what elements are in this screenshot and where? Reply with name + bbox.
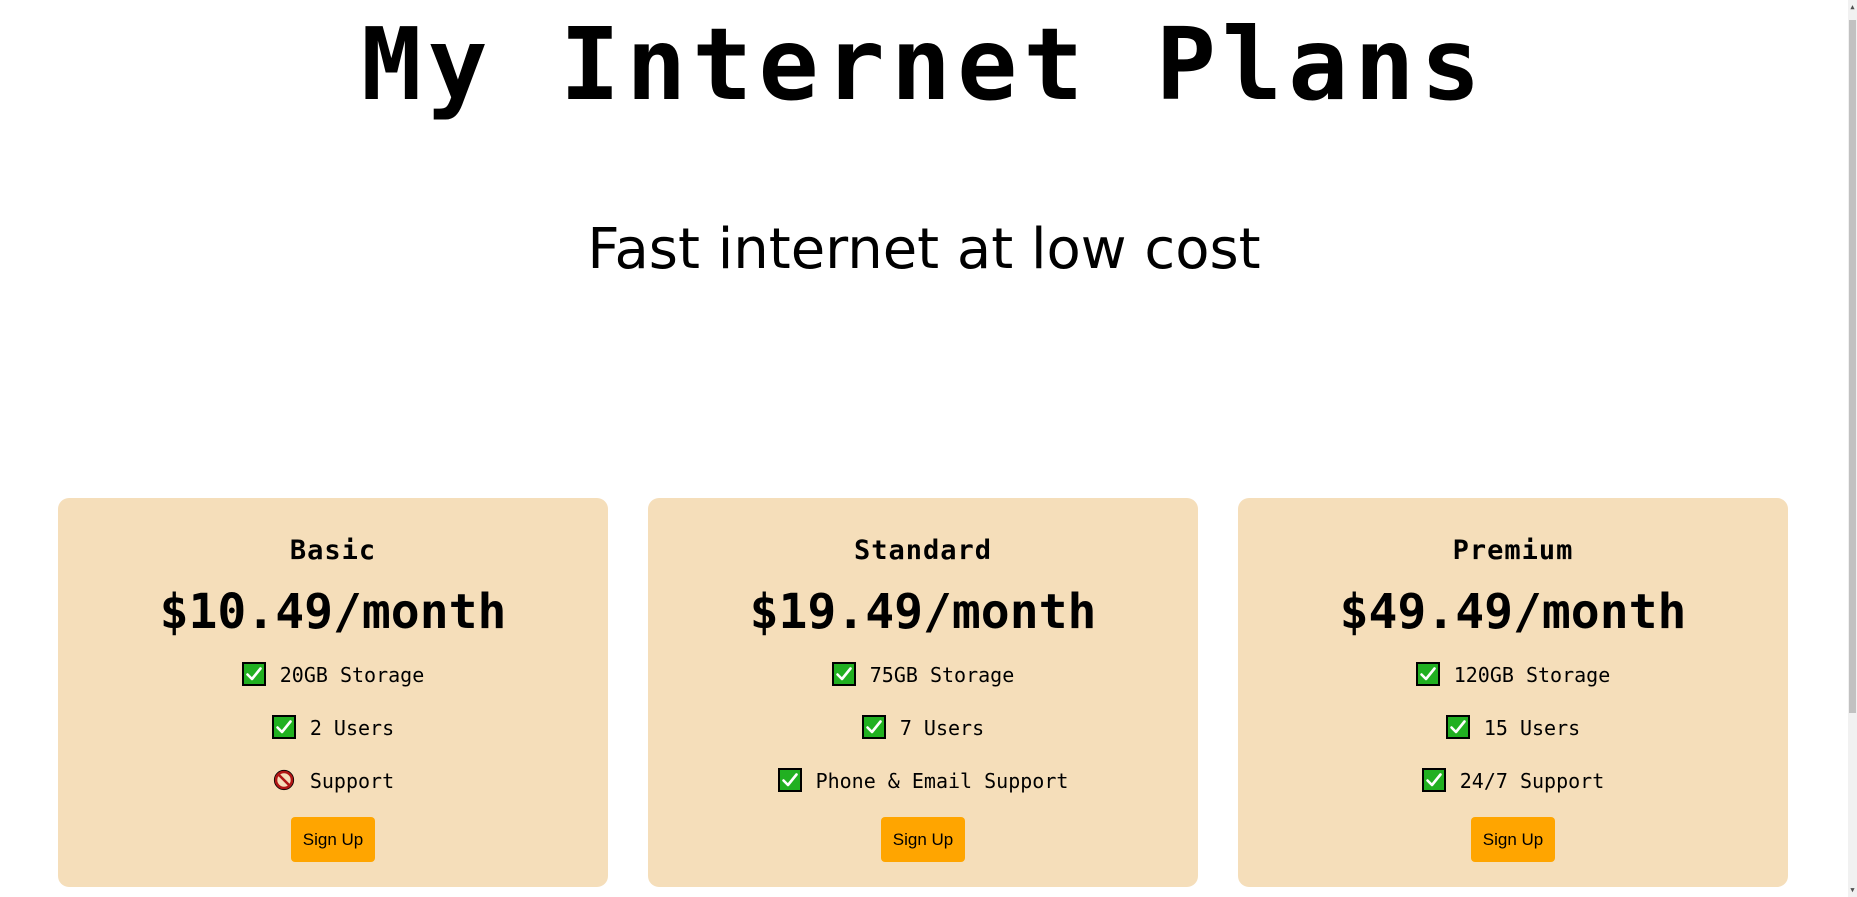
feature-item: 120GB Storage [1238,661,1788,714]
feature-item: Phone & Email Support [648,767,1198,820]
feature-item: 75GB Storage [648,661,1198,714]
page-subtitle: Fast internet at low cost [587,217,1261,282]
plans-container: Basic $10.49/month 20GB Storage 2 Users … [58,498,1788,887]
plan-card-standard: Standard $19.49/month 75GB Storage 7 Use… [648,498,1198,887]
plan-card-premium: Premium $49.49/month 120GB Storage 15 Us… [1238,498,1788,887]
vertical-scrollbar[interactable]: ▲ ▼ [1848,0,1857,897]
feature-item: 24/7 Support [1238,767,1788,820]
feature-text: 15 Users [1483,716,1581,740]
feature-text: Phone & Email Support [815,769,1069,793]
feature-list: 75GB Storage 7 Users Phone & Email Suppo… [648,661,1198,820]
feature-text: 20GB Storage [279,663,425,687]
feature-text: Support [309,769,395,793]
plan-price: $49.49/month [1339,584,1687,640]
plan-price: $19.49/month [749,584,1097,640]
page-title: My Internet Plans [361,6,1487,123]
scroll-up-arrow-icon[interactable]: ▲ [1848,0,1857,14]
sign-up-button[interactable]: Sign Up [881,817,965,862]
check-icon [271,715,296,739]
feature-item: Support [58,767,608,820]
sign-up-button[interactable]: Sign Up [291,817,375,862]
plan-name: Basic [289,535,377,566]
feature-item: 15 Users [1238,714,1788,767]
feature-text: 7 Users [899,716,985,740]
check-icon [831,662,856,686]
check-icon [1445,715,1470,739]
check-icon [1421,768,1446,792]
scroll-down-arrow-icon[interactable]: ▼ [1848,883,1857,897]
feature-list: 20GB Storage 2 Users Support [58,661,608,820]
plan-price: $10.49/month [159,584,507,640]
feature-text: 2 Users [309,716,395,740]
check-icon [241,662,266,686]
sign-up-button[interactable]: Sign Up [1471,817,1555,862]
feature-item: 20GB Storage [58,661,608,714]
check-icon [1415,662,1440,686]
page: My Internet Plans Fast internet at low c… [0,0,1848,897]
check-icon [777,768,802,792]
feature-text: 75GB Storage [869,663,1015,687]
check-icon [861,715,886,739]
feature-item: 2 Users [58,714,608,767]
plan-card-basic: Basic $10.49/month 20GB Storage 2 Users … [58,498,608,887]
feature-list: 120GB Storage 15 Users 24/7 Support [1238,661,1788,820]
plan-name: Standard [853,535,993,566]
plan-name: Premium [1452,535,1574,566]
feature-text: 24/7 Support [1459,769,1605,793]
feature-item: 7 Users [648,714,1198,767]
feature-text: 120GB Storage [1453,663,1611,687]
scrollbar-thumb[interactable] [1849,20,1856,713]
prohibited-icon [272,768,296,792]
